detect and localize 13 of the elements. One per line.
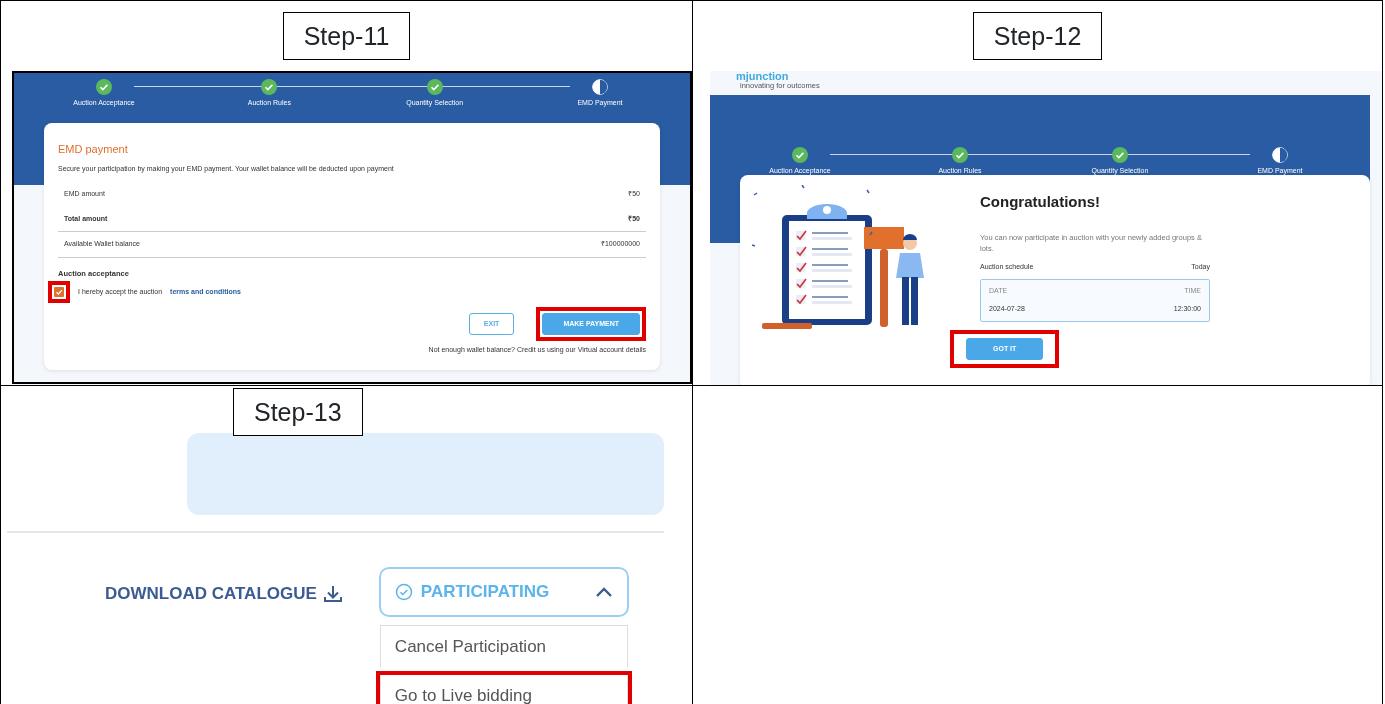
menu-item[interactable]: Cancel Participation [379,624,628,667]
step-label: Step-13 [233,388,363,436]
success-title: Congratulations! [980,192,1101,212]
menu-item[interactable]: Go to Live bidding [379,675,628,704]
check-circle-icon [394,582,413,601]
caret-icon [594,585,613,598]
download-icon [322,583,343,604]
download-link[interactable]: DOWNLOAD CATALOGUE [105,581,343,607]
card-title: EMD payment [58,142,129,157]
step-label: Step-11 [282,12,411,60]
step-label: Step-12 [972,12,1103,60]
logo-text: mjunction [736,71,790,82]
checkbox[interactable] [54,286,64,297]
